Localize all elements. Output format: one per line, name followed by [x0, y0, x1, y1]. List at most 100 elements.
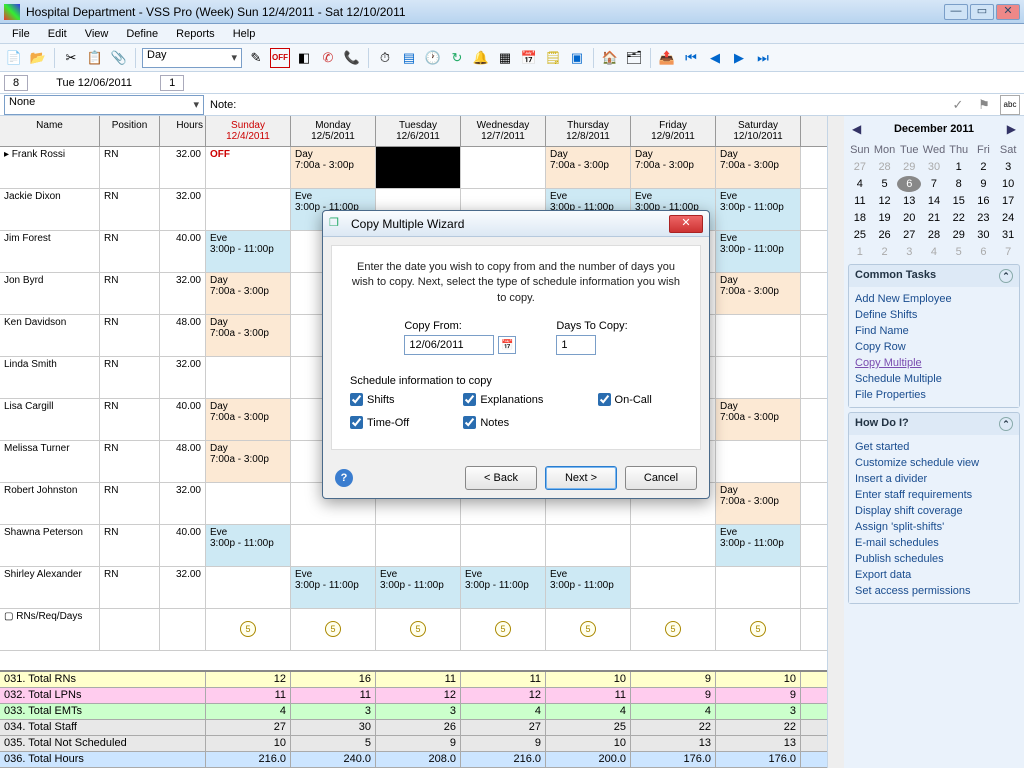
cal-day[interactable]: 14	[922, 193, 946, 209]
shift-cell[interactable]: Day 7:00a - 3:00p	[716, 147, 801, 188]
cell-hours[interactable]: 40.00	[160, 399, 206, 440]
shift-combo[interactable]: Day	[142, 48, 242, 68]
shift-cell[interactable]	[461, 147, 546, 188]
cal-day[interactable]: 1	[848, 244, 872, 260]
refresh-icon[interactable]: ↻	[447, 48, 467, 68]
shift-cell[interactable]	[206, 189, 291, 230]
cal-day[interactable]: 13	[897, 193, 921, 209]
shift-cell[interactable]: Eve 3:00p - 11:00p	[376, 567, 461, 608]
shift-cell[interactable]	[291, 525, 376, 566]
cell-name[interactable]: Linda Smith	[0, 357, 100, 398]
minimize-button[interactable]: —	[944, 4, 968, 20]
cell-position[interactable]: RN	[100, 231, 160, 272]
shift-cell[interactable]	[461, 525, 546, 566]
shift-cell[interactable]: Day 7:00a - 3:00p	[206, 399, 291, 440]
flag-icon[interactable]: ⚑	[974, 95, 994, 115]
shift-cell[interactable]	[376, 147, 461, 188]
cal-day[interactable]: 4	[922, 244, 946, 260]
help-link[interactable]: Export data	[855, 567, 1013, 583]
cell-hours[interactable]: 32.00	[160, 567, 206, 608]
date-picker-icon[interactable]: 📅	[498, 336, 516, 354]
shift-cell[interactable]: Day 7:00a - 3:00p	[291, 147, 376, 188]
check-notes[interactable]: Notes	[463, 416, 573, 429]
shift-cell[interactable]	[546, 525, 631, 566]
cell-name[interactable]: Jim Forest	[0, 231, 100, 272]
shift-cell[interactable]	[716, 567, 801, 608]
shift-cell[interactable]	[376, 525, 461, 566]
grid-scrollbar[interactable]	[828, 116, 844, 768]
menu-reports[interactable]: Reports	[168, 26, 223, 42]
maximize-button[interactable]: ▭	[970, 4, 994, 20]
cancel-button[interactable]: Cancel	[625, 466, 697, 490]
first-icon[interactable]: ⏮	[681, 48, 701, 68]
col-thu[interactable]: Thursday 12/8/2011	[546, 116, 631, 146]
cell-hours[interactable]: 48.00	[160, 315, 206, 356]
cal-day[interactable]: 31	[996, 227, 1020, 243]
help-link[interactable]: Customize schedule view	[855, 455, 1013, 471]
note-combo[interactable]: None	[4, 95, 204, 115]
col-sun[interactable]: Sunday 12/4/2011	[206, 116, 291, 146]
shift-cell[interactable]: Eve 3:00p - 11:00p	[291, 567, 376, 608]
cell-name[interactable]: Shirley Alexander	[0, 567, 100, 608]
open-icon[interactable]: 📂	[28, 48, 48, 68]
task-link[interactable]: File Properties	[855, 387, 1013, 403]
time-icon[interactable]: 🕐	[423, 48, 443, 68]
cell-name[interactable]: Lisa Cargill	[0, 399, 100, 440]
shift-cell[interactable]: Day 7:00a - 3:00p	[206, 273, 291, 314]
back-button[interactable]: < Back	[465, 466, 537, 490]
cell-position[interactable]: RN	[100, 483, 160, 524]
cell-hours[interactable]: 40.00	[160, 525, 206, 566]
cell-position[interactable]: RN	[100, 525, 160, 566]
grid-icon[interactable]: ▦	[495, 48, 515, 68]
note-input[interactable]	[242, 96, 942, 114]
cal-day[interactable]: 10	[996, 176, 1020, 192]
cal-day[interactable]: 28	[873, 159, 897, 175]
col-wed[interactable]: Wednesday 12/7/2011	[461, 116, 546, 146]
note-icon[interactable]: 🗒	[543, 48, 563, 68]
cal-day[interactable]: 3	[996, 159, 1020, 175]
task-link[interactable]: Copy Multiple	[855, 355, 1013, 371]
cell-hours[interactable]: 48.00	[160, 441, 206, 482]
cal-day[interactable]: 28	[922, 227, 946, 243]
help-link[interactable]: Enter staff requirements	[855, 487, 1013, 503]
cell-hours[interactable]: 32.00	[160, 147, 206, 188]
cal-day[interactable]: 27	[848, 159, 872, 175]
cal-day[interactable]: 5	[873, 176, 897, 192]
help-link[interactable]: Insert a divider	[855, 471, 1013, 487]
help-link[interactable]: Set access permissions	[855, 583, 1013, 599]
paste-icon[interactable]: 📎	[109, 48, 129, 68]
shift-cell[interactable]	[206, 567, 291, 608]
cal-day[interactable]: 9	[972, 176, 996, 192]
days-to-copy-input[interactable]	[556, 335, 596, 355]
shift-cell[interactable]: Eve 3:00p - 11:00p	[546, 567, 631, 608]
shift-cell[interactable]	[631, 525, 716, 566]
window-icon[interactable]: ▣	[567, 48, 587, 68]
shift-cell[interactable]: Day 7:00a - 3:00p	[546, 147, 631, 188]
cal-day[interactable]: 4	[848, 176, 872, 192]
cell-position[interactable]: RN	[100, 357, 160, 398]
shift-cell[interactable]: Eve 3:00p - 11:00p	[206, 525, 291, 566]
shift-cell[interactable]	[206, 483, 291, 524]
check-explanations[interactable]: Explanations	[463, 393, 573, 406]
copy-from-input[interactable]	[404, 335, 494, 355]
cal-day[interactable]: 8	[947, 176, 971, 192]
cell-hours[interactable]: 40.00	[160, 231, 206, 272]
help-icon[interactable]: ?	[335, 469, 353, 487]
cal-day[interactable]: 7	[996, 244, 1020, 260]
task-link[interactable]: Add New Employee	[855, 291, 1013, 307]
export-icon[interactable]: 📤	[657, 48, 677, 68]
cell-name[interactable]: Jackie Dixon	[0, 189, 100, 230]
col-fri[interactable]: Friday 12/9/2011	[631, 116, 716, 146]
shift-cell[interactable]: Eve 3:00p - 11:00p	[716, 231, 801, 272]
shift-cell[interactable]	[206, 357, 291, 398]
shift-cell[interactable]: OFF	[206, 147, 291, 188]
cal-day[interactable]: 1	[947, 159, 971, 175]
cal-day[interactable]: 11	[848, 193, 872, 209]
employee-row[interactable]: Shawna Peterson RN 40.00Eve 3:00p - 11:0…	[0, 525, 827, 567]
help-link[interactable]: Publish schedules	[855, 551, 1013, 567]
check-icon[interactable]: ✓	[948, 95, 968, 115]
menu-edit[interactable]: Edit	[40, 26, 75, 42]
cell-name[interactable]: Ken Davidson	[0, 315, 100, 356]
shift-cell[interactable]: Eve 3:00p - 11:00p	[206, 231, 291, 272]
shift-cell[interactable]: Day 7:00a - 3:00p	[716, 483, 801, 524]
